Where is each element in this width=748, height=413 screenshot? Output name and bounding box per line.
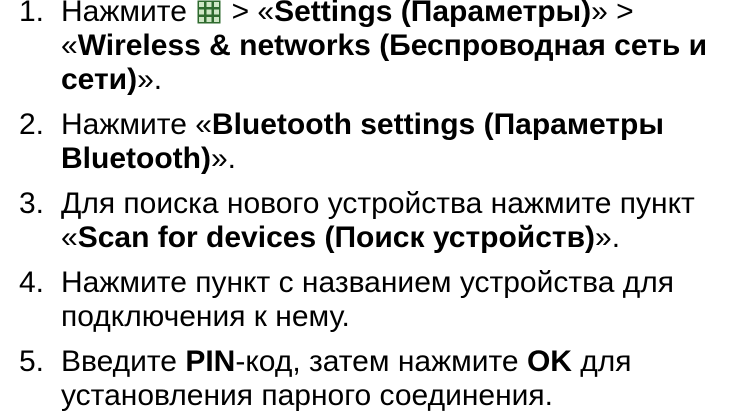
- step-text: Нажмите «: [61, 108, 212, 141]
- step-line: подключения к нему.: [61, 300, 350, 333]
- step-line: установления парного соединения.: [61, 379, 553, 412]
- ok-label: OK: [526, 345, 572, 378]
- step-line: «Wireless & networks (Беспроводная сеть …: [61, 29, 748, 63]
- step-number: 4.: [19, 266, 45, 299]
- pin-label: PIN: [185, 345, 236, 378]
- menu-path-wireless: Wireless & networks (Беспроводная сеть и: [77, 29, 708, 62]
- instructions-document: 1. Нажмите > «Settings (Параметры)» > «W…: [0, 0, 748, 412]
- step-line: Нажмите > «Settings (Параметры)» >: [61, 0, 748, 29]
- menu-path-scan: Scan for devices (Поиск устройств): [77, 221, 596, 254]
- step-number: 2.: [19, 108, 45, 141]
- step-text: ».: [595, 221, 621, 254]
- grid-menu-icon: [197, 0, 221, 24]
- menu-path-settings: Settings (Параметры): [274, 0, 592, 28]
- step-text: Введите: [61, 345, 186, 378]
- step-text: > «: [223, 0, 275, 28]
- menu-path-wireless-end: сети): [61, 63, 138, 96]
- step-number: 5.: [19, 345, 45, 378]
- step-line: Введите PIN-код, затем нажмите OK для: [61, 345, 748, 379]
- step-3: 3. Для поиска нового устройства нажмите …: [0, 187, 748, 255]
- step-line: Для поиска нового устройства нажмите пун…: [61, 187, 695, 220]
- step-text: -код, затем нажмите: [235, 345, 527, 378]
- step-text: ».: [137, 63, 163, 96]
- step-number: 1.: [19, 0, 45, 28]
- step-4: 4. Нажмите пункт с названием устройства …: [0, 266, 748, 334]
- step-text: ».: [210, 142, 236, 175]
- step-text: «: [61, 29, 78, 62]
- step-text: » >: [591, 0, 634, 28]
- step-line: Нажмите пункт с названием устройства для: [61, 266, 674, 299]
- step-1: 1. Нажмите > «Settings (Параметры)» > «W…: [0, 0, 748, 97]
- steps-list: 1. Нажмите > «Settings (Параметры)» > «W…: [0, 0, 748, 413]
- step-line: Bluetooth)».: [61, 142, 748, 176]
- menu-path-bluetooth-end: Bluetooth): [61, 142, 211, 175]
- step-line: Нажмите «Bluetooth settings (Параметры: [61, 108, 748, 142]
- menu-path-bluetooth-settings: Bluetooth settings (Параметры: [211, 108, 664, 141]
- step-line: «Scan for devices (Поиск устройств)».: [61, 221, 748, 255]
- step-text: «: [61, 221, 78, 254]
- step-text: для: [571, 345, 632, 378]
- step-2: 2. Нажмите «Bluetooth settings (Параметр…: [0, 108, 748, 176]
- step-line: сети)».: [61, 63, 748, 97]
- step-text: Нажмите: [61, 0, 196, 28]
- step-number: 3.: [19, 187, 45, 220]
